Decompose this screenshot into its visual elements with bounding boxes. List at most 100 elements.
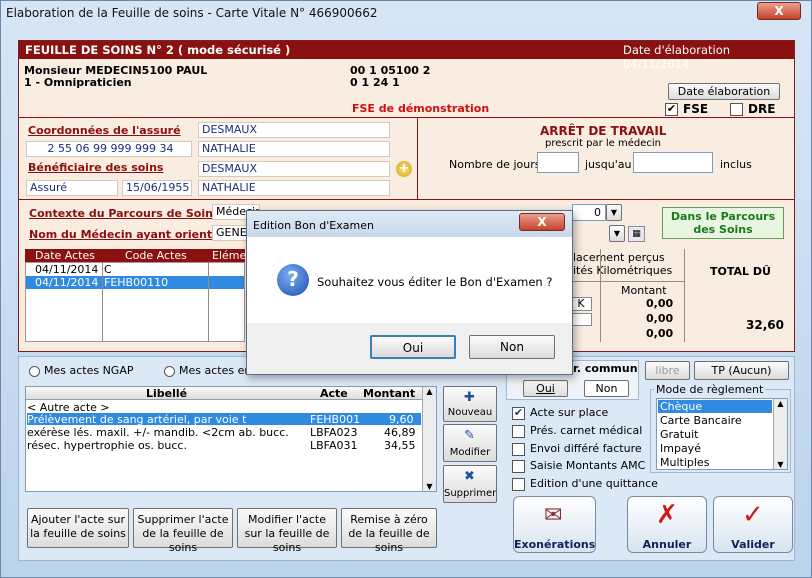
mode-item[interactable]: Gratuit <box>660 428 698 441</box>
date-elaboration-button[interactable]: Date élaboration <box>668 83 780 100</box>
list-item[interactable]: < Autre acte > <box>27 401 421 414</box>
document-icon: ✉ <box>544 503 563 528</box>
list-item-acte: LBFA023 <box>310 426 358 439</box>
envoi-differe-checkbox[interactable]: Envoi différé facture <box>512 442 642 456</box>
feuille-title: FEUILLE DE SOINS N° 2 ( mode sécurisé ) <box>25 43 291 57</box>
annuler-button[interactable]: ✗ Annuler <box>627 496 707 553</box>
doctor-specialty: 1 - Omnipraticien <box>24 76 132 89</box>
acts-row[interactable]: 04/11/2014 C <box>26 263 244 276</box>
dialog-close-button[interactable]: X <box>519 213 565 231</box>
edition-quittance-checkbox[interactable]: Edition d'une quittance <box>512 477 658 491</box>
window-close-button[interactable]: X <box>757 2 801 20</box>
mode-scrollbar[interactable]: ▲ ▼ <box>773 399 787 469</box>
assure-lastname-field[interactable]: DESMAUX <box>198 122 390 138</box>
divider <box>19 117 794 118</box>
until-date-input[interactable] <box>633 152 713 173</box>
dialog: Edition Bon d'Examen X ? Souhaitez vous … <box>246 210 573 375</box>
acte-sur-place-checkbox[interactable]: ✔ Acte sur place <box>512 406 608 420</box>
saisie-amc-checkbox[interactable]: Saisie Montants AMC <box>512 459 645 473</box>
mode-item-selected[interactable]: Chèque <box>658 400 772 413</box>
commun-oui-button[interactable]: Oui <box>523 380 568 397</box>
status-field[interactable]: Assuré <box>26 180 118 196</box>
total-label: TOTAL DÛ <box>710 265 771 278</box>
benef-lastname-field[interactable]: DESMAUX <box>198 161 390 177</box>
col-acte: Acte <box>320 387 348 400</box>
k-box[interactable] <box>570 313 592 326</box>
k-box[interactable]: K <box>570 297 592 311</box>
days-input[interactable] <box>537 152 579 173</box>
modifier-button[interactable]: ✎ Modifier <box>443 424 497 462</box>
ajouter-acte-button[interactable]: Ajouter l'acte sur la feuille de soins <box>27 508 129 548</box>
remise-zero-button[interactable]: Remise à zéro de la feuille de soins <box>341 508 437 554</box>
add-beneficiary-icon[interactable]: + <box>396 161 412 177</box>
list-item-montant: 34,55 <box>384 439 416 452</box>
mode-item[interactable]: Impayé <box>660 442 701 455</box>
acts-header: Date Actes Code Actes Eléme <box>25 249 246 262</box>
modifier-acte-button[interactable]: Modifier l'acte sur la feuille de soins <box>237 508 337 554</box>
assure-firstname-field[interactable]: NATHALIE <box>198 141 390 157</box>
act-date: 04/11/2014 <box>35 276 99 289</box>
divider <box>19 199 794 200</box>
annuler-label: Annuler <box>642 538 692 551</box>
libre-button[interactable]: libre <box>645 361 690 380</box>
medecin-dropdown[interactable]: ▼ <box>609 225 625 242</box>
ssn-field[interactable]: 2 55 06 99 999 999 34 <box>26 141 192 157</box>
supprimer-button[interactable]: ✖ Supprimer <box>443 465 497 503</box>
supprimer-acte-button[interactable]: Supprimer l'acte de la feuille de soins <box>133 508 233 554</box>
supprimer-label: Supprimer <box>444 488 497 499</box>
nouveau-label: Nouveau <box>447 407 493 418</box>
dialog-non-button[interactable]: Non <box>469 335 555 359</box>
list-item-acte: LBFA031 <box>310 439 358 452</box>
benef-firstname-field[interactable]: NATHALIE <box>198 180 390 196</box>
fse-checkbox[interactable]: ✔ FSE <box>665 102 708 116</box>
scroll-down-icon[interactable]: ▼ <box>423 482 436 491</box>
edit-icon: ✎ <box>464 428 475 443</box>
radio-mes-actes-label: Mes actes en <box>179 364 252 377</box>
calendar-icon[interactable]: ▦ <box>628 226 645 242</box>
date-elaboration-label: Date d'élaboration 04/11/2014 <box>623 43 731 71</box>
fse-demo-label: FSE de démonstration <box>352 102 490 115</box>
acts-row-selected[interactable]: 04/11/2014 FEHB00110 <box>26 276 244 289</box>
fse-checkbox-label: FSE <box>683 102 709 116</box>
act-date: 04/11/2014 <box>35 263 99 276</box>
doctor-number-2: 0 1 24 1 <box>350 76 400 89</box>
exonerations-button[interactable]: ✉ Exonérations <box>513 496 596 553</box>
scroll-up-icon[interactable]: ▲ <box>774 399 787 408</box>
list-item[interactable]: exérèse lés. maxil. +/- mandib. <2cm ab.… <box>27 426 421 439</box>
tp-button[interactable]: TP (Aucun) <box>694 361 789 380</box>
mode-item[interactable]: Carte Bancaire <box>660 414 742 427</box>
col-libelle: Libellé <box>146 387 188 400</box>
list-scrollbar[interactable]: ▲ ▼ <box>422 387 436 491</box>
act-code: FEHB00110 <box>104 276 169 289</box>
grid-line <box>566 281 684 282</box>
grid-line <box>208 262 209 342</box>
valider-label: Valider <box>731 538 775 551</box>
radio-ngap[interactable]: Mes actes NGAP <box>29 364 134 377</box>
dialog-oui-button[interactable]: Oui <box>370 335 456 359</box>
birthdate-field[interactable]: 15/06/1955 <box>122 180 192 196</box>
commun-non-button[interactable]: Non <box>584 380 629 397</box>
contexte-label: Contexte du Parcours de Soins <box>29 207 220 220</box>
scroll-up-icon[interactable]: ▲ <box>423 387 436 396</box>
coords-assure-label: Coordonnées de l'assuré <box>28 124 181 137</box>
contexte-dropdown[interactable]: ▼ <box>606 204 622 221</box>
list-item-selected[interactable]: Prélèvement de sang artériel, par voie t… <box>27 413 421 426</box>
col-montant: Montant <box>363 387 416 400</box>
list-item-libelle: exérèse lés. maxil. +/- mandib. <2cm ab.… <box>27 426 289 439</box>
acte-sur-place-label: Acte sur place <box>530 406 609 419</box>
pres-carnet-checkbox[interactable]: Prés. carnet médical <box>512 424 642 438</box>
montant-value: 0,00 <box>646 297 674 310</box>
mode-item[interactable]: Multiples <box>660 456 709 469</box>
nouveau-button[interactable]: ✚ Nouveau <box>443 386 497 422</box>
modifier-label: Modifier <box>449 447 491 458</box>
delete-icon: ✖ <box>464 469 475 484</box>
radio-mes-actes[interactable]: Mes actes en <box>164 364 251 377</box>
dre-checkbox[interactable]: DRE <box>730 102 775 116</box>
valider-button[interactable]: ✓ Valider <box>713 496 793 553</box>
contexte-number[interactable]: 0 <box>572 204 606 221</box>
list-item[interactable]: résec. hypertrophie os. bucc. LBFA031 34… <box>27 439 421 452</box>
scroll-down-icon[interactable]: ▼ <box>774 460 787 469</box>
window-title: Elaboration de la Feuille de soins - Car… <box>6 6 378 20</box>
grid-line <box>102 262 103 342</box>
exonerations-label: Exonérations <box>514 538 596 551</box>
